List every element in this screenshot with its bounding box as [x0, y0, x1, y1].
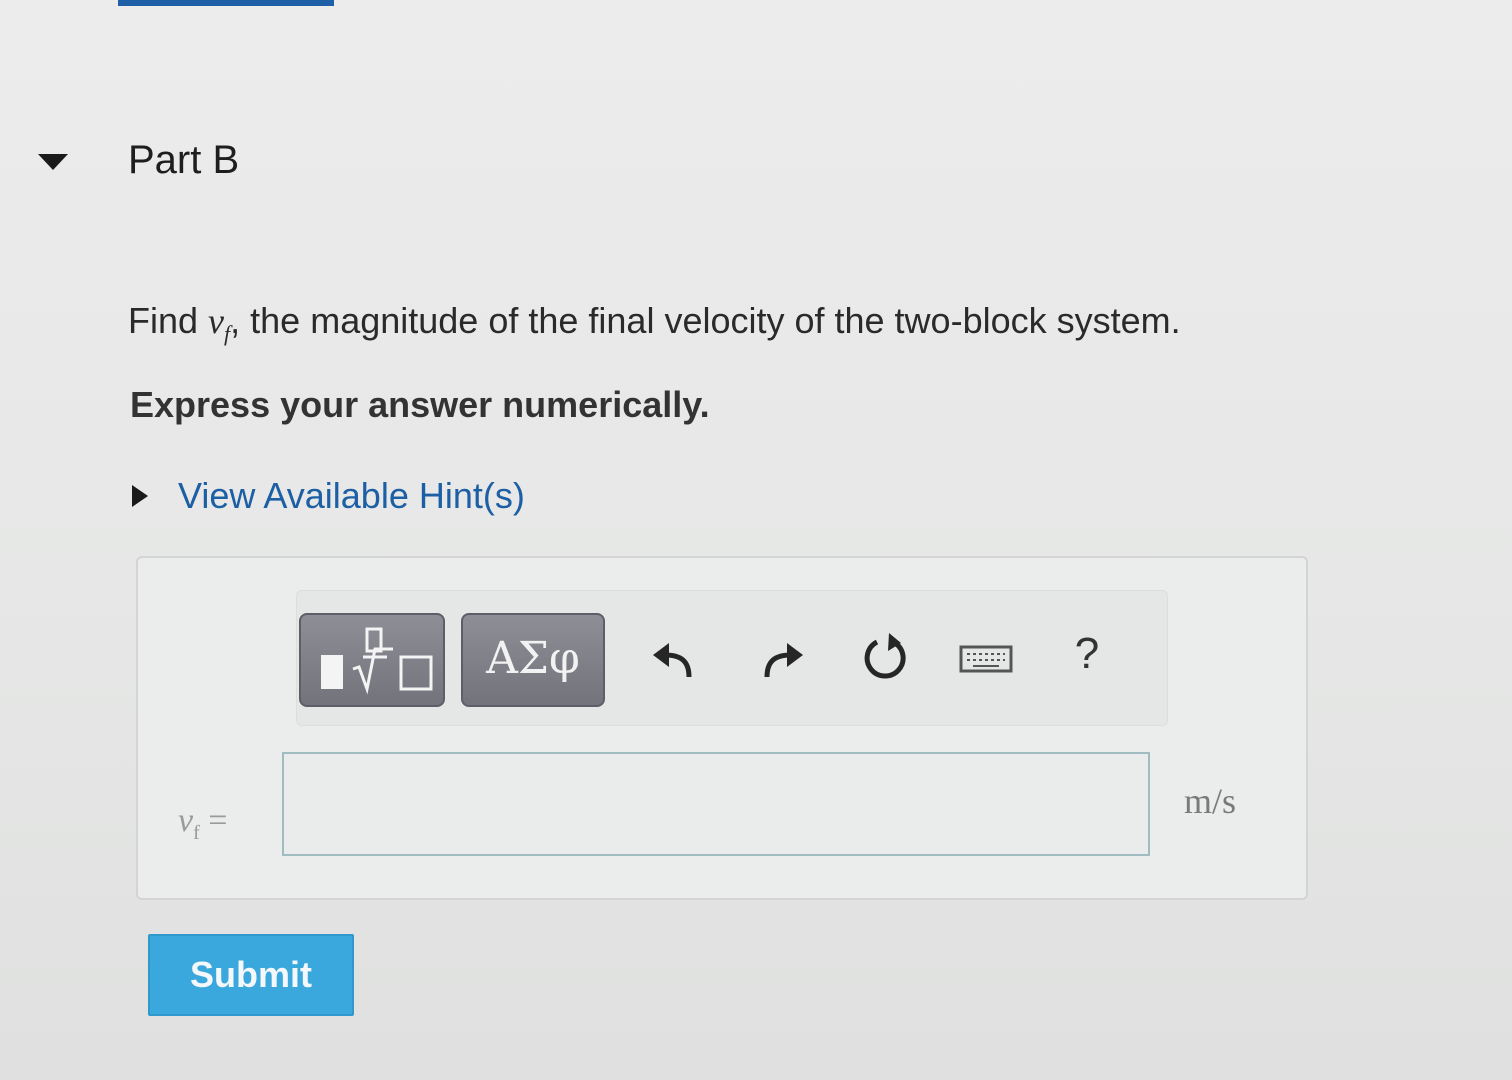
part-header: Part B — [0, 130, 1512, 194]
mastering-physics-page: Part B Find vf, the magnitude of the fin… — [0, 0, 1512, 1080]
math-toolbar: ΑΣφ ? — [296, 590, 1168, 726]
view-hints-label: View Available Hint(s) — [178, 475, 525, 516]
answer-input[interactable] — [282, 752, 1150, 856]
collapse-triangle-icon[interactable] — [36, 150, 70, 174]
undo-icon[interactable] — [643, 627, 705, 689]
redo-icon[interactable] — [751, 627, 813, 689]
answer-equals-sign: = — [208, 802, 228, 839]
part-title: Part B — [128, 138, 240, 182]
question-text: Find vf, the magnitude of the final velo… — [128, 300, 1181, 347]
submit-button[interactable]: Submit — [148, 934, 354, 1016]
answer-units: m/s — [1184, 781, 1237, 821]
answer-instruction: Express your answer numerically. — [130, 384, 710, 425]
answer-box: ΑΣφ ? vf = m/s — [136, 556, 1308, 900]
answer-variable-label: vf = — [178, 802, 227, 845]
question-variable: vf — [208, 301, 230, 346]
answer-variable-subscript: f — [193, 821, 200, 844]
keyboard-icon[interactable] — [955, 627, 1017, 689]
templates-button[interactable] — [299, 613, 445, 707]
question-suffix: , the magnitude of the final velocity of… — [230, 300, 1181, 341]
reset-icon[interactable] — [855, 627, 917, 689]
help-button[interactable]: ? — [1067, 629, 1107, 685]
greek-symbols-button[interactable]: ΑΣφ — [461, 613, 605, 707]
question-variable-symbol: v — [208, 301, 225, 341]
view-hints-link[interactable]: View Available Hint(s) — [132, 472, 525, 520]
fraction-sqrt-template-icon — [321, 627, 433, 695]
question-prefix: Find — [128, 300, 209, 341]
top-tab-indicator — [118, 0, 334, 6]
greek-symbols-label: ΑΣφ — [486, 633, 580, 684]
answer-variable-symbol: v — [178, 802, 194, 839]
expand-triangle-icon — [132, 485, 148, 507]
